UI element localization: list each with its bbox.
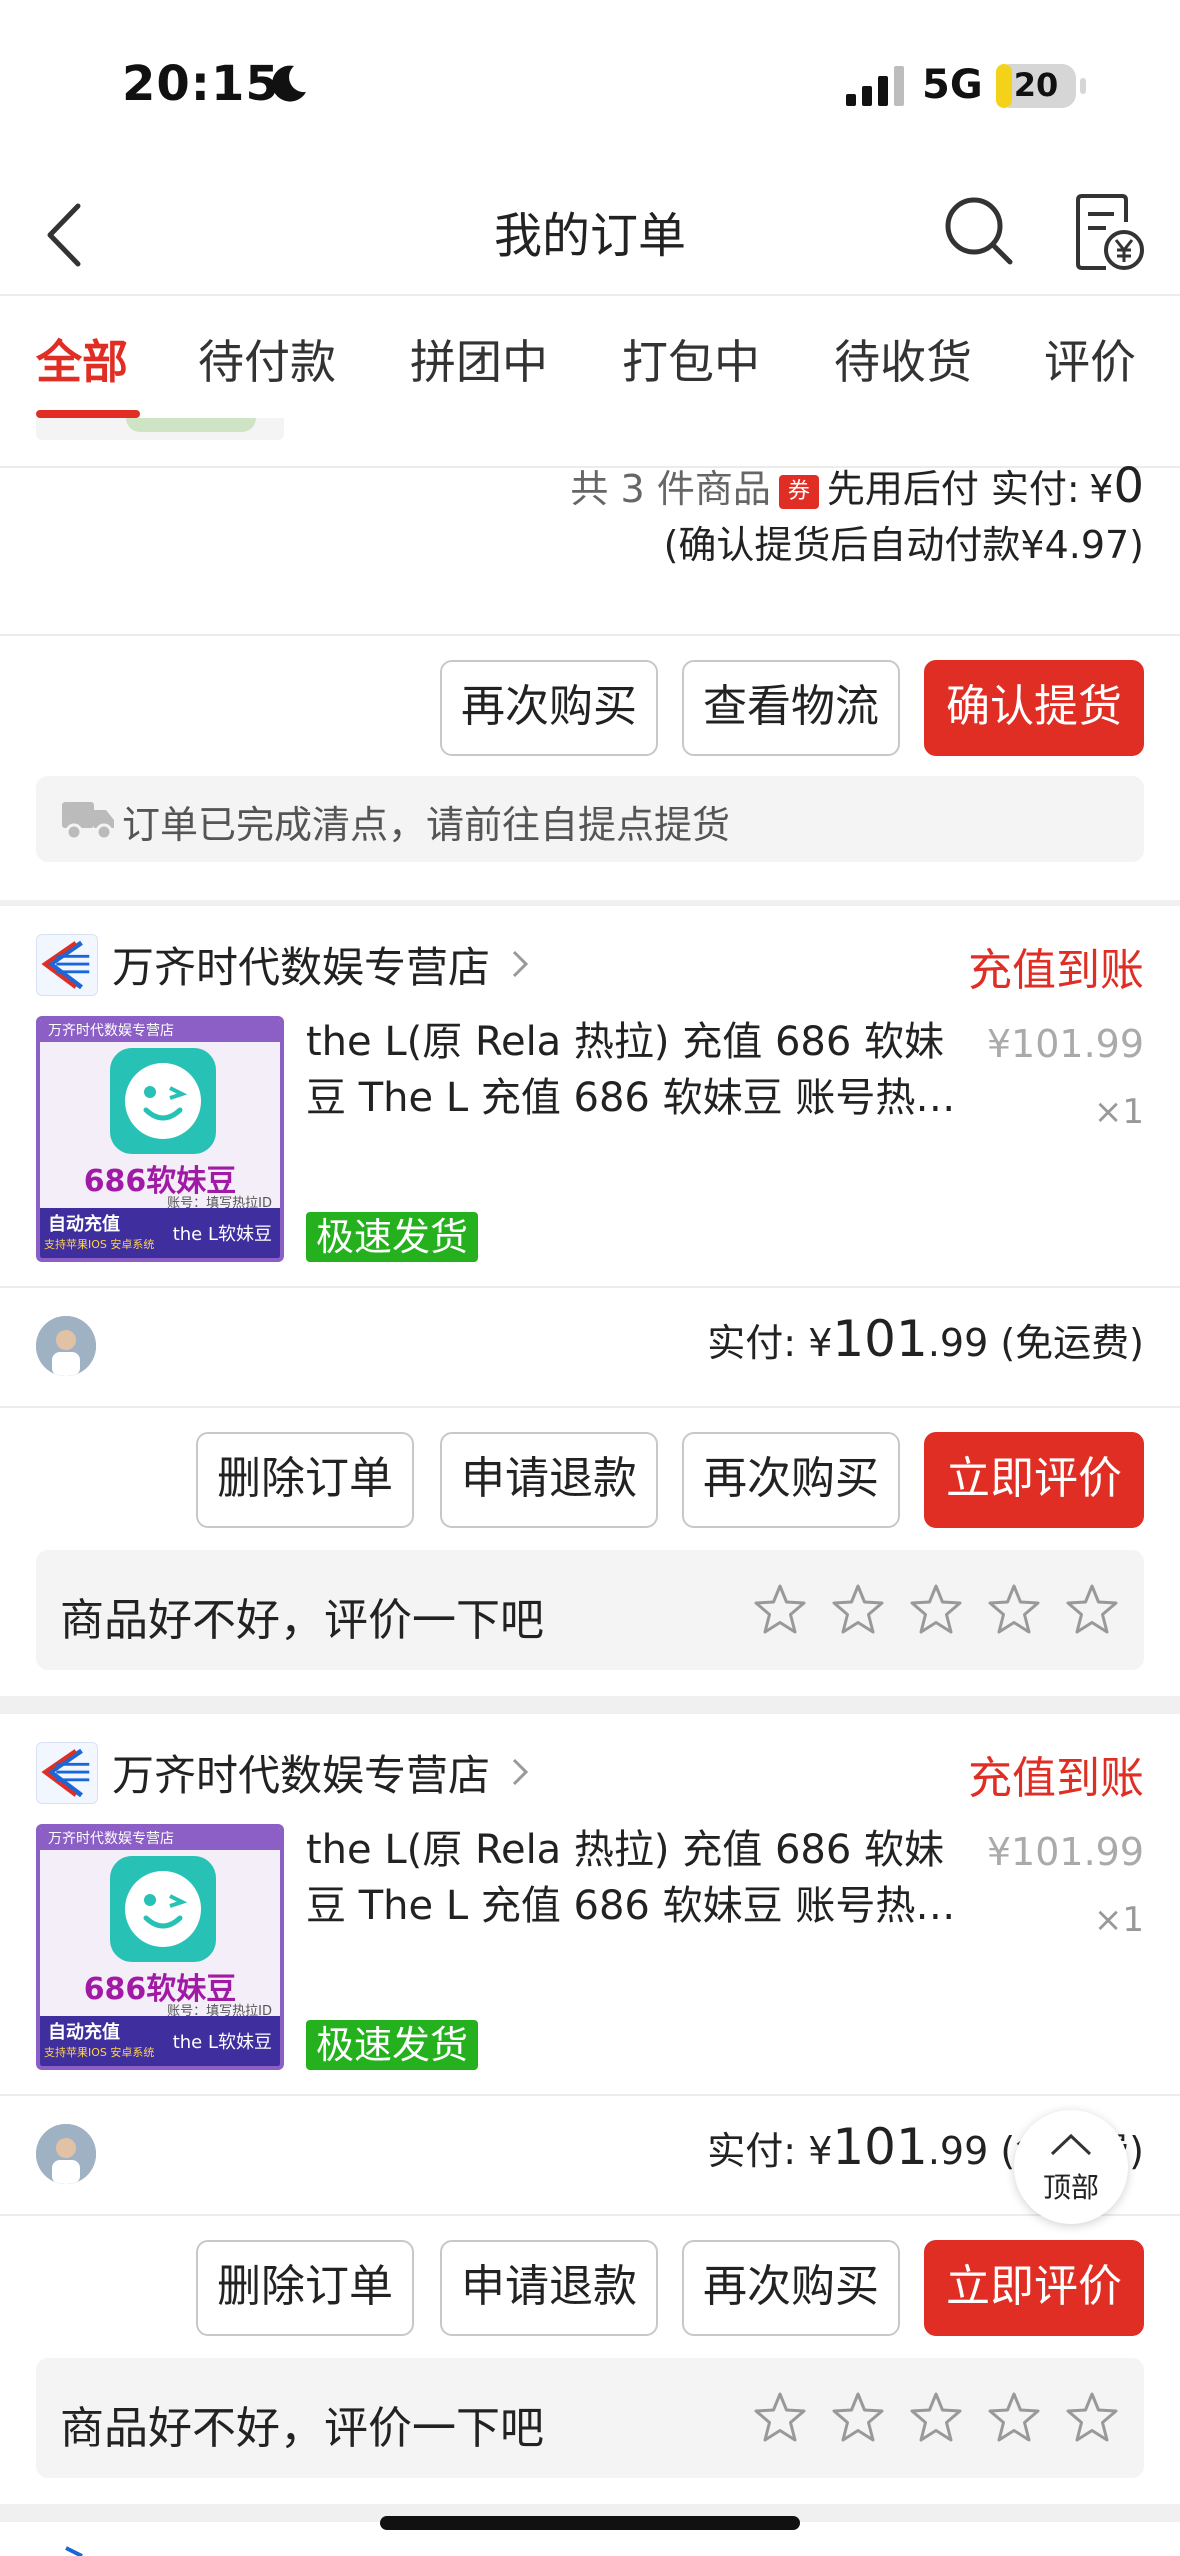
battery-tip [1080,78,1086,94]
tab-group-buy[interactable]: 拼团中 [410,326,548,392]
status-bar: 20:15 5G 20 [0,0,1180,170]
tab-review[interactable]: 评价 [1044,326,1136,392]
review-prompt-box: 商品好不好，评价一下吧 [36,1550,1144,1670]
buy-again-button[interactable]: 再次购买 [440,660,658,756]
battery-icon: 20 [996,64,1076,108]
fast-delivery-tag: 极速发货 [306,2020,479,2070]
store-logo-icon [65,2546,83,2556]
auto-pay-note: (确认提货后自动付款¥4.97) [663,523,1144,567]
product-thumbnail[interactable]: 万齐时代数娱专营店 686软妹豆 账号：填写热拉ID 自动充值 支持苹果IOS … [36,1016,284,1262]
review-now-button[interactable]: 立即评价 [924,2240,1144,2336]
order-summary: 共 3 件商品券先用后付 实付: ¥0 [570,458,1144,514]
review-prompt-box: 商品好不好，评价一下吧 [36,2358,1144,2478]
chevron-up-icon [1050,2133,1092,2156]
wink-face-icon [110,1856,216,1962]
bill-yen-icon[interactable] [1072,192,1146,272]
product-price: ¥101.99 [986,1022,1144,1066]
star-icon[interactable] [908,2390,964,2446]
star-icon[interactable] [908,1582,964,1638]
home-indicator[interactable] [380,2516,800,2530]
network-label: 5G [922,62,983,108]
order-tabs: 全部 待付款 拼团中 打包中 待收货 评价 [0,294,1180,418]
coupon-badge: 券 [778,475,819,509]
pickup-notice-text: 订单已完成清点，请前往自提点提货 [122,803,731,847]
star-icon[interactable] [830,1582,886,1638]
wink-face-icon [110,1048,216,1154]
pickup-notice: 订单已完成清点，请前往自提点提货 [36,776,1144,862]
moon-icon [272,65,306,102]
star-icon[interactable] [986,2390,1042,2446]
fast-delivery-tag: 极速发货 [306,1212,479,1262]
tab-pending-payment[interactable]: 待付款 [198,326,336,392]
star-icon[interactable] [1064,2390,1120,2446]
star-icon[interactable] [986,1582,1042,1638]
star-icon[interactable] [830,2390,886,2446]
store-logo-icon[interactable] [36,1742,98,1804]
request-refund-button[interactable]: 申请退款 [440,1432,658,1528]
order-card-2: 万齐时代数娱专营店 充值到账 万齐时代数娱专营店 686软妹豆 账号：填写热拉I… [0,906,1180,1696]
header: 我的订单 [0,170,1180,294]
battery-level: 20 [1013,66,1059,104]
product-quantity: ×1 [1093,1092,1144,1132]
back-to-top-button[interactable]: 顶部 [1014,2110,1128,2224]
view-logistics-button[interactable]: 查看物流 [682,660,900,756]
product-title[interactable]: the L(原 Rela 热拉) 充值 686 软妹豆 The L 充值 686… [306,1822,966,1934]
back-to-top-label: 顶部 [1042,2171,1099,2204]
delete-order-button[interactable]: 删除订单 [196,1432,414,1528]
delete-order-button[interactable]: 删除订单 [196,2240,414,2336]
truck-icon [62,802,114,841]
order-status: 充值到账 [968,945,1144,996]
avatar[interactable] [36,2124,96,2184]
tab-pending-receipt[interactable]: 待收货 [834,326,972,392]
search-icon[interactable] [940,192,1016,268]
chevron-right-icon[interactable] [508,1756,532,1788]
signal-icon [846,66,904,106]
paid-amount: 实付: ¥101.99 (免运费) [707,1310,1144,1368]
request-refund-button[interactable]: 申请退款 [440,2240,658,2336]
store-logo-icon[interactable] [36,934,98,996]
product-price: ¥101.99 [986,1830,1144,1874]
buy-again-button[interactable]: 再次购买 [682,1432,900,1528]
tab-active-indicator [36,410,140,418]
star-icon[interactable] [752,1582,808,1638]
star-icon[interactable] [752,2390,808,2446]
review-now-button[interactable]: 立即评价 [924,1432,1144,1528]
status-time: 20:15 [122,56,280,112]
product-quantity: ×1 [1093,1900,1144,1940]
product-thumbnail[interactable]: 万齐时代数娱专营店 686软妹豆 账号：填写热拉ID 自动充值 支持苹果IOS … [36,1824,284,2070]
buy-again-button[interactable]: 再次购买 [682,2240,900,2336]
tab-all[interactable]: 全部 [36,326,128,392]
star-icon[interactable] [1064,1582,1120,1638]
product-title[interactable]: the L(原 Rela 热拉) 充值 686 软妹豆 The L 充值 686… [306,1014,966,1126]
review-prompt: 商品好不好，评价一下吧 [60,1595,544,1646]
avatar[interactable] [36,1316,96,1376]
review-prompt: 商品好不好，评价一下吧 [60,2403,544,2454]
confirm-pickup-button[interactable]: 确认提货 [924,660,1144,756]
product-thumbnail-partial [36,418,284,440]
chevron-right-icon[interactable] [508,948,532,980]
tab-packing[interactable]: 打包中 [622,326,760,392]
order-card-1: 共 3 件商品券先用后付 实付: ¥0 (确认提货后自动付款¥4.97) 再次购… [0,418,1180,900]
order-status: 充值到账 [968,1753,1144,1804]
store-name[interactable]: 万齐时代数娱专营店 [112,1742,490,1803]
order-card-3: 万齐时代数娱专营店 充值到账 万齐时代数娱专营店 686软妹豆 账号：填写热拉I… [0,1714,1180,2504]
store-name[interactable]: 万齐时代数娱专营店 [112,934,490,995]
